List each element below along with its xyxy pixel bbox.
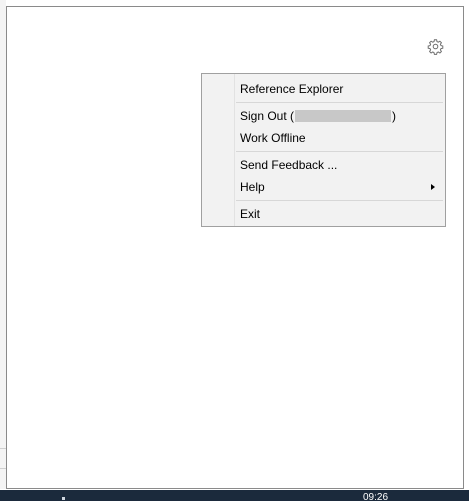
taskbar: 09:26 <box>0 490 469 501</box>
menu-item-sign-out[interactable]: Sign Out () <box>204 105 443 127</box>
settings-context-menu: Reference Explorer Sign Out () Work Offl… <box>201 73 446 227</box>
menu-separator <box>236 151 443 152</box>
menu-item-exit[interactable]: Exit <box>204 203 443 225</box>
menu-separator <box>236 200 443 201</box>
menu-item-label: Sign Out ( <box>240 109 295 123</box>
menu-item-label-suffix: ) <box>392 109 397 123</box>
menu-item-label: Send Feedback ... <box>240 158 338 172</box>
settings-gear-icon[interactable] <box>427 38 444 55</box>
menu-item-help[interactable]: Help <box>204 176 443 198</box>
menu-item-label: Reference Explorer <box>240 82 344 96</box>
taskbar-clock[interactable]: 09:26 <box>363 493 388 501</box>
menu-item-work-offline[interactable]: Work Offline <box>204 127 443 149</box>
tray-icon[interactable] <box>62 497 65 500</box>
menu-separator <box>236 102 443 103</box>
gear-icon <box>427 39 444 55</box>
menu-item-label: Work Offline <box>240 131 306 145</box>
chevron-right-icon <box>431 184 435 190</box>
menu-item-reference-explorer[interactable]: Reference Explorer <box>204 78 443 100</box>
menu-item-label: Exit <box>240 207 261 221</box>
redacted-account-name <box>295 109 392 122</box>
menu-item-label: Help <box>240 180 265 194</box>
menu-item-send-feedback[interactable]: Send Feedback ... <box>204 154 443 176</box>
